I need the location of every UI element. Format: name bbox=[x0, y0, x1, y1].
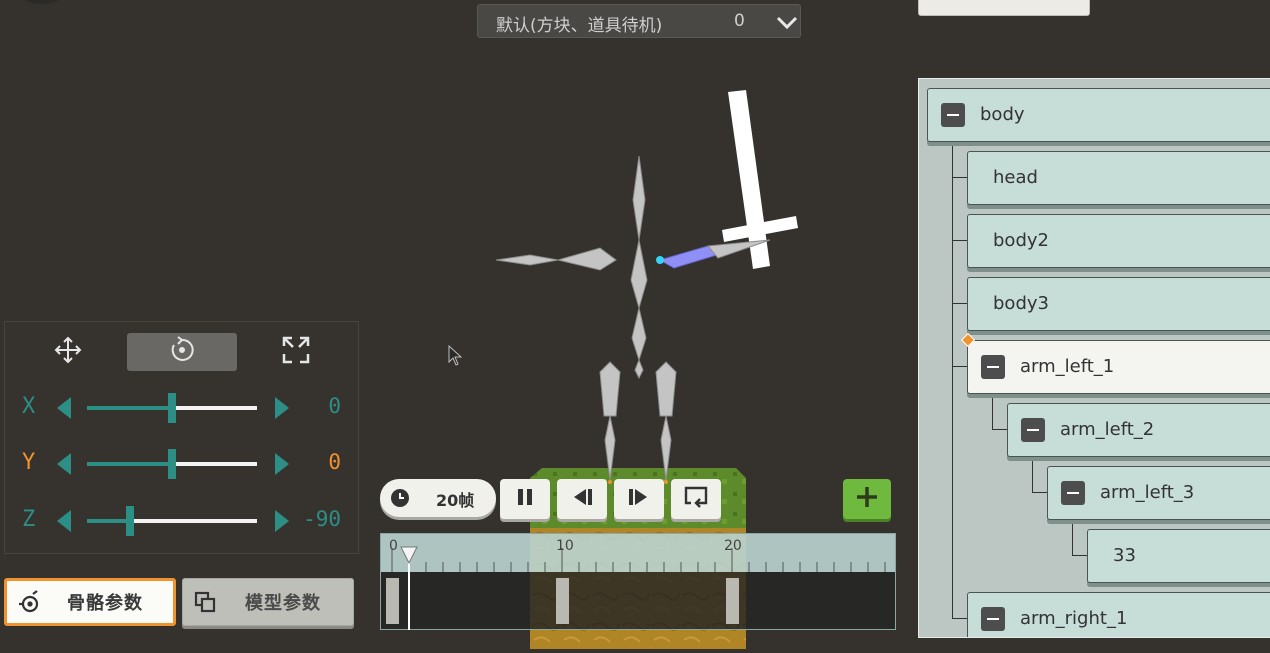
decrease-arrow-icon[interactable] bbox=[57, 510, 71, 532]
fps-selector[interactable]: 20帧 bbox=[380, 479, 496, 517]
model-params-label: 模型参数 bbox=[245, 593, 321, 614]
plus-icon bbox=[855, 485, 879, 513]
bone-tree-panel: body head body2 body3 arm_left_1 arm_left_2ar… bbox=[918, 78, 1270, 638]
collapse-minus-icon[interactable] bbox=[1021, 418, 1045, 442]
bone-node-arm-left-2[interactable]: arm_left_2 bbox=[1007, 403, 1270, 457]
collapse-minus-icon[interactable] bbox=[941, 103, 965, 127]
animation-select-label: 默认(方块、道具待机) bbox=[496, 16, 663, 36]
tree-connector bbox=[992, 429, 1007, 430]
tree-connector bbox=[952, 303, 967, 304]
move-arrows-icon bbox=[54, 336, 82, 368]
bone-node-arm-right-1[interactable]: arm_right_1 bbox=[967, 592, 1270, 637]
pause-button[interactable] bbox=[500, 479, 550, 519]
timeline-ruler[interactable]: 0 10 20 bbox=[381, 534, 895, 572]
chevron-down-icon bbox=[776, 15, 798, 34]
decrease-arrow-icon[interactable] bbox=[57, 453, 71, 475]
axis-row-x: X0 bbox=[5, 388, 360, 428]
bone-node-label: head bbox=[993, 167, 1038, 188]
tree-connector bbox=[952, 366, 967, 367]
tree-connector bbox=[952, 240, 967, 241]
layers-icon bbox=[193, 590, 217, 614]
bone-node-body[interactable]: body bbox=[927, 88, 1270, 142]
playhead-handle[interactable] bbox=[400, 546, 418, 568]
top-right-button-stub[interactable] bbox=[918, 0, 1090, 16]
timeline[interactable]: 0 10 20 bbox=[380, 533, 896, 630]
add-keyframe-button[interactable] bbox=[843, 479, 891, 519]
animation-select[interactable]: 默认(方块、道具待机) 0 bbox=[477, 4, 801, 38]
axis-label: Z bbox=[22, 507, 36, 532]
keyframe-0[interactable] bbox=[386, 578, 399, 624]
bone-node-label: arm_right_1 bbox=[1020, 608, 1128, 629]
previous-frame-button[interactable] bbox=[557, 479, 607, 519]
bone-target-icon bbox=[17, 590, 41, 614]
bone-node-label: arm_left_1 bbox=[1020, 356, 1115, 377]
bone-node-arm-left-1[interactable]: arm_left_1 bbox=[967, 340, 1270, 394]
tick-label-20: 20 bbox=[724, 538, 742, 554]
axis-label: Y bbox=[22, 450, 36, 475]
move-mode-button[interactable] bbox=[13, 333, 123, 371]
animation-select-value: 0 bbox=[734, 11, 745, 31]
keyframe-20[interactable] bbox=[726, 578, 739, 624]
tree-connector bbox=[1072, 555, 1087, 556]
tree-connector bbox=[952, 618, 967, 619]
bone-node-label: arm_left_2 bbox=[1060, 419, 1155, 440]
bone-params-label: 骨骼参数 bbox=[67, 593, 143, 614]
axis-slider-track[interactable] bbox=[87, 519, 257, 523]
bone-node-label: body bbox=[980, 104, 1025, 125]
bone-node-body3[interactable]: body3 bbox=[967, 277, 1270, 331]
fps-label: 20帧 bbox=[436, 491, 475, 510]
bone-node-label: arm_left_3 bbox=[1100, 482, 1195, 503]
model-params-button[interactable]: 模型参数 bbox=[182, 578, 354, 626]
timeline-track[interactable] bbox=[381, 572, 895, 629]
tree-connector bbox=[1032, 492, 1047, 493]
axis-slider-thumb[interactable] bbox=[168, 393, 176, 423]
bone-node-body2[interactable]: body2 bbox=[967, 214, 1270, 268]
scale-expand-icon bbox=[282, 336, 310, 368]
bone-node-head[interactable]: head bbox=[967, 151, 1270, 205]
scale-mode-button[interactable] bbox=[241, 333, 351, 371]
collapse-minus-icon[interactable] bbox=[981, 355, 1005, 379]
bone-node-arm-left-3[interactable]: arm_left_3 bbox=[1047, 466, 1270, 520]
axis-row-z: Z -90 bbox=[5, 501, 360, 541]
bone-node-33[interactable]: 33 bbox=[1087, 529, 1270, 583]
bone-arm-right bbox=[495, 247, 617, 271]
tick-label-0: 0 bbox=[389, 538, 398, 554]
rotate-icon bbox=[168, 336, 196, 368]
rotate-mode-button[interactable] bbox=[127, 333, 237, 371]
collapse-minus-icon[interactable] bbox=[1061, 481, 1085, 505]
skeleton-viewport[interactable] bbox=[470, 80, 830, 500]
axis-value: 0 bbox=[328, 450, 341, 474]
bone-node-label: 33 bbox=[1113, 545, 1136, 566]
loop-icon bbox=[683, 485, 709, 513]
axis-slider-thumb[interactable] bbox=[168, 449, 176, 479]
axis-value: 0 bbox=[328, 394, 341, 418]
transform-panel: X 0 Y 0 Z -90 bbox=[4, 321, 359, 554]
top-left-control[interactable] bbox=[20, 0, 64, 4]
bone-node-label: body3 bbox=[993, 293, 1049, 314]
step-back-icon bbox=[570, 487, 594, 511]
step-forward-icon bbox=[627, 487, 651, 511]
bone-params-button[interactable]: 骨骼参数 bbox=[4, 578, 176, 626]
axis-label: X bbox=[22, 394, 36, 419]
bone-body bbox=[630, 155, 648, 380]
axis-row-y: Y0 bbox=[5, 444, 360, 484]
collapse-minus-icon[interactable] bbox=[981, 607, 1005, 631]
mouse-cursor bbox=[448, 344, 464, 371]
decrease-arrow-icon[interactable] bbox=[57, 397, 71, 419]
bone-node-label: body2 bbox=[993, 230, 1049, 251]
pause-icon bbox=[515, 487, 535, 511]
tick-label-10: 10 bbox=[556, 538, 574, 554]
loop-button[interactable] bbox=[671, 479, 721, 519]
tree-connector bbox=[952, 177, 967, 178]
axis-slider-thumb[interactable] bbox=[126, 506, 134, 536]
axis-value: -90 bbox=[303, 507, 341, 531]
keyframe-10[interactable] bbox=[556, 578, 569, 624]
next-frame-button[interactable] bbox=[614, 479, 664, 519]
bone-legs bbox=[599, 361, 677, 481]
clock-icon bbox=[390, 488, 410, 512]
